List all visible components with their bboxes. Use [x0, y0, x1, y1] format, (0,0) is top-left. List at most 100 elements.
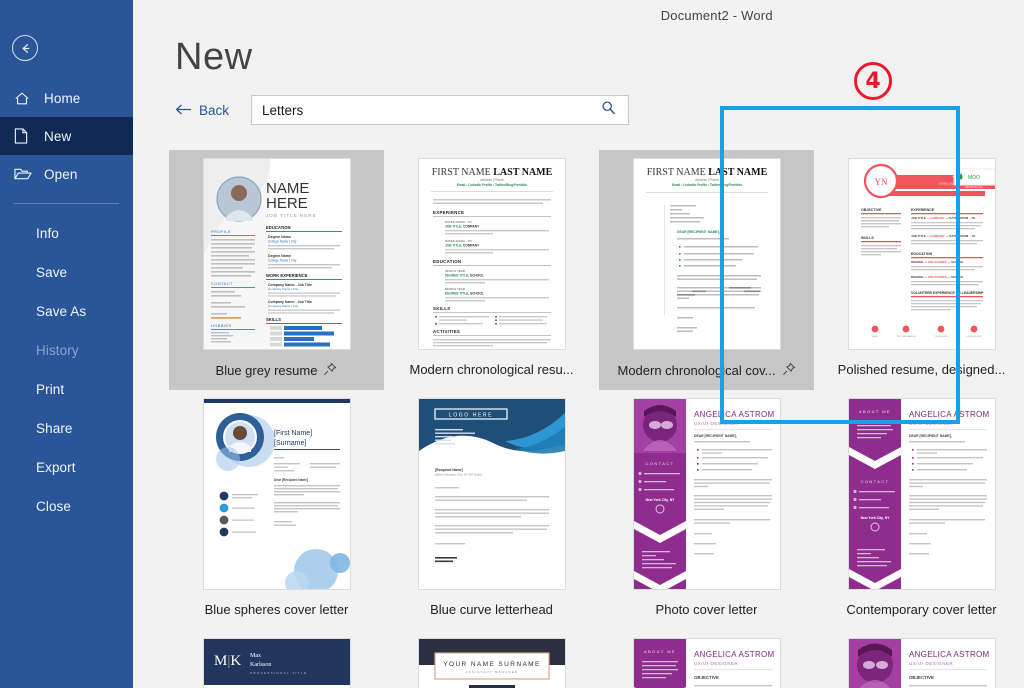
- svg-text:WORK EXPERIENCE: WORK EXPERIENCE: [266, 273, 308, 278]
- sidebar-item-export[interactable]: Export: [0, 448, 133, 487]
- pin-icon[interactable]: [782, 362, 796, 379]
- svg-text:FIRST NAME LAST NAME: FIRST NAME LAST NAME: [431, 167, 552, 178]
- sidebar-item-label: Save As: [36, 304, 87, 319]
- blue-grey-resume-art: NAME HERE JOB TITLE HERE PROFILE CONTACT…: [203, 159, 350, 349]
- svg-text:UX/UI DESIGNER: UX/UI DESIGNER: [909, 421, 953, 426]
- svg-text:ABOUT ME: ABOUT ME: [643, 649, 675, 654]
- template-card-polished-resume[interactable]: YN YOUR NAME ADDRESS/EMAIL | +01 01 0000…: [814, 150, 1024, 390]
- svg-text:[Surname]: [Surname]: [274, 440, 306, 447]
- template-card-mk-letterhead[interactable]: M|K Max Karlsson PROFESSIONAL TITLE: [169, 630, 384, 688]
- svg-text:Company Name | City: Company Name | City: [268, 304, 299, 308]
- template-thumbnail: FIRST NAME LAST NAME Address | Phone Ema…: [417, 158, 566, 350]
- svg-text:EXPERIENCE: EXPERIENCE: [433, 210, 464, 215]
- annotation-marker-4: 4: [854, 62, 892, 100]
- template-card-photo-cover-letter[interactable]: CONTACT New York City, NY ANGELICA ASTRO…: [599, 390, 814, 630]
- svg-text:Degree Name: Degree Name: [268, 235, 291, 239]
- template-thumbnail: YOUR NAME SURNAME ASSISTANT MANAGER CONT…: [417, 638, 566, 688]
- svg-text:DEAR [RECIPIENT NAME],: DEAR [RECIPIENT NAME],: [909, 434, 952, 438]
- sidebar-item-print[interactable]: Print: [0, 370, 133, 409]
- sidebar-item-close[interactable]: Close: [0, 487, 133, 526]
- template-card-modern-chronological-resume[interactable]: FIRST NAME LAST NAME Address | Phone Ema…: [384, 150, 599, 390]
- svg-text:UX/UI DESIGNER: UX/UI DESIGNER: [694, 421, 738, 426]
- sidebar-item-new[interactable]: New: [0, 117, 133, 155]
- search-box[interactable]: [251, 95, 629, 125]
- template-card-blue-curve-letterhead[interactable]: LOGO HERE [Recipient Name] [Street Addre…: [384, 390, 599, 630]
- template-thumbnail: LOGO HERE [Recipient Name] [Street Addre…: [417, 398, 566, 590]
- template-label-row: Photo cover letter: [599, 602, 814, 617]
- template-label: Polished resume, designed...: [837, 362, 1006, 377]
- sidebar-item-label: Info: [36, 226, 59, 241]
- backstage-main: Document2 - Word New Back Letters NAME H…: [133, 0, 1024, 688]
- svg-text:JOB TITLE — COMPANY — DATES FR: JOB TITLE — COMPANY — DATES FROM – TO: [911, 216, 976, 220]
- template-card-blue-spheres-cover-letter[interactable]: [First Name] [Surname] Dear [Recipient N…: [169, 390, 384, 630]
- svg-text:DEGREE TITLE, SCHOOL: DEGREE TITLE, SCHOOL: [445, 292, 484, 296]
- back-arrow-circle-icon[interactable]: [12, 35, 38, 61]
- template-label: Modern chronological resu...: [409, 362, 574, 377]
- template-card-blue-grey-resume[interactable]: NAME HERE JOB TITLE HERE PROFILE CONTACT…: [169, 150, 384, 390]
- svg-text:TELEPHONE: TELEPHONE: [934, 336, 948, 338]
- svg-text:WEBSITE/LINK: WEBSITE/LINK: [964, 185, 982, 189]
- template-label: Blue curve letterhead: [430, 602, 553, 617]
- svg-text:LINKEDIN URL: LINKEDIN URL: [966, 336, 982, 338]
- sidebar-item-history: History: [0, 331, 133, 370]
- modern-chrono-resume-art: FIRST NAME LAST NAME Address | Phone Ema…: [418, 159, 565, 349]
- svg-text:EMAIL: EMAIL: [871, 335, 878, 338]
- template-card-modern-chronological-cover-letter[interactable]: FIRST NAME LAST NAME Address | Phone Ema…: [599, 150, 814, 390]
- svg-text:YN: YN: [874, 177, 887, 187]
- svg-text:DEAR [RECIPIENT NAME],: DEAR [RECIPIENT NAME],: [694, 434, 737, 438]
- svg-text:[First Name]: [First Name]: [274, 430, 312, 437]
- template-label-row: Polished resume, designed...: [814, 362, 1024, 377]
- template-card-angelica-about-resume[interactable]: ABOUT ME ANGELICA ASTROM UX/UI DESIGNER …: [599, 630, 814, 688]
- svg-text:VOLUNTEER EXPERIENCE OR LEADER: VOLUNTEER EXPERIENCE OR LEADERSHIP: [911, 291, 984, 295]
- template-card-contemporary-cover-letter[interactable]: ABOUT ME CONTACT New York City, NY ANGEL…: [814, 390, 1024, 630]
- sidebar-item-open[interactable]: Open: [0, 155, 133, 193]
- svg-text:M|K: M|K: [214, 653, 241, 669]
- template-thumbnail: ABOUT ME ANGELICA ASTROM UX/UI DESIGNER …: [632, 638, 781, 688]
- search-input[interactable]: [252, 96, 628, 124]
- page-title: New: [175, 36, 253, 78]
- name-surname-art: YOUR NAME SURNAME ASSISTANT MANAGER CONT…: [418, 639, 565, 688]
- svg-text:New York City, NY: New York City, NY: [645, 498, 675, 502]
- sidebar-item-save-as[interactable]: Save As: [0, 292, 133, 331]
- sidebar-item-label: Close: [36, 499, 72, 514]
- svg-text:EDUCATION: EDUCATION: [266, 225, 291, 230]
- sidebar-item-save[interactable]: Save: [0, 253, 133, 292]
- template-thumbnail: M|K Max Karlsson PROFESSIONAL TITLE: [202, 638, 351, 688]
- template-label-row: Modern chronological cov...: [599, 362, 814, 379]
- svg-text:HERE: HERE: [266, 195, 308, 212]
- svg-text:DEAR [RECIPIENT NAME],: DEAR [RECIPIENT NAME],: [677, 230, 720, 234]
- template-label: Modern chronological cov...: [617, 363, 776, 378]
- svg-text:Email • LinkedIn Profile • Twi: Email • LinkedIn Profile • Twitter/Blog/…: [671, 183, 741, 187]
- sidebar-item-info[interactable]: Info: [0, 214, 133, 253]
- template-grid: NAME HERE JOB TITLE HERE PROFILE CONTACT…: [169, 150, 1024, 688]
- sidebar-item-label: Save: [36, 265, 68, 280]
- pin-icon[interactable]: [323, 362, 337, 379]
- title-bar: Document2 - Word: [266, 0, 1024, 30]
- search-icon: [601, 100, 616, 120]
- svg-text:SKILLS: SKILLS: [433, 306, 450, 311]
- svg-text:DEGREE — GPA EARNED — SCHOOL: DEGREE — GPA EARNED — SCHOOL: [911, 260, 964, 264]
- svg-text:HOBBIES: HOBBIES: [211, 323, 232, 328]
- svg-text:College Name | City: College Name | City: [268, 240, 297, 244]
- svg-text:ABOUT ME: ABOUT ME: [858, 409, 890, 414]
- modern-chrono-cover-art: FIRST NAME LAST NAME Address | Phone Ema…: [633, 159, 780, 349]
- svg-text:MONTH YEAR: MONTH YEAR: [445, 287, 466, 291]
- sidebar-item-label: New: [44, 128, 72, 144]
- sidebar-item-share[interactable]: Share: [0, 409, 133, 448]
- search-button[interactable]: [588, 96, 628, 124]
- svg-text:LOGO HERE: LOGO HERE: [448, 413, 492, 419]
- template-label-row: Contemporary cover letter: [814, 602, 1024, 617]
- svg-text:Max: Max: [250, 653, 261, 659]
- template-card-name-surname-letterhead[interactable]: YOUR NAME SURNAME ASSISTANT MANAGER CONT…: [384, 630, 599, 688]
- template-card-angelica-photo-resume[interactable]: ANGELICA ASTROM UX/UI DESIGNER OBJECTIVE: [814, 630, 1024, 688]
- template-thumbnail: FIRST NAME LAST NAME Address | Phone Ema…: [632, 158, 781, 350]
- sidebar-divider: [14, 203, 119, 204]
- back-button[interactable]: Back: [175, 103, 251, 118]
- blue-spheres-art: [First Name] [Surname] Dear [Recipient N…: [203, 399, 350, 589]
- search-row: Back: [175, 95, 1024, 125]
- svg-text:DEGREE TITLE, SCHOOL: DEGREE TITLE, SCHOOL: [445, 274, 484, 278]
- backstage-sidebar: Home New Open Info Save Save As History …: [0, 0, 133, 688]
- svg-text:UX/UI DESIGNER: UX/UI DESIGNER: [694, 661, 738, 666]
- new-document-icon: [14, 127, 36, 145]
- sidebar-item-home[interactable]: Home: [0, 79, 133, 117]
